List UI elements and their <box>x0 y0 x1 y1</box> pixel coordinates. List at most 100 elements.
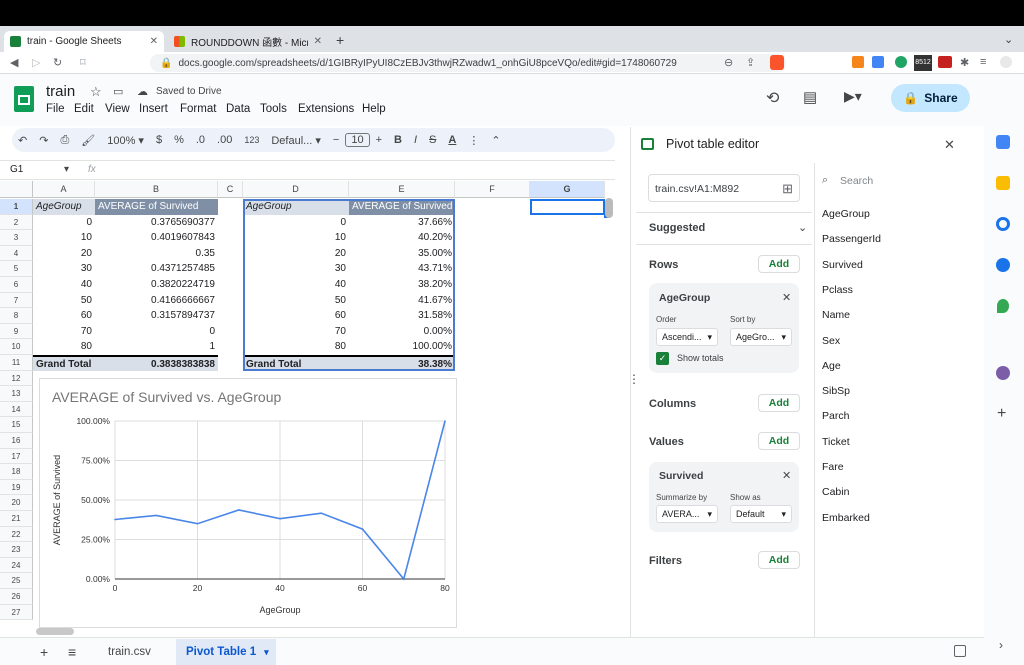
pivot-value-cell[interactable]: 35.00% <box>349 246 455 262</box>
add-values-button[interactable]: Add <box>758 432 800 450</box>
profile-small-avatar[interactable] <box>1000 56 1012 68</box>
version-history-icon[interactable]: ⟲ <box>766 88 779 108</box>
translate-icon[interactable] <box>872 56 884 68</box>
line-chart[interactable]: AVERAGE of Survived vs. AgeGroup 0.00% 25… <box>39 378 457 628</box>
remove-rows-field-icon[interactable]: ✕ <box>782 291 791 304</box>
menu-format[interactable]: Format <box>180 103 216 115</box>
row-header[interactable]: 1 <box>0 199 33 215</box>
row-header[interactable]: 5 <box>0 261 33 277</box>
extension-badge[interactable]: 8512 <box>914 55 932 71</box>
grand-total-value[interactable]: 0.3838383838 <box>95 355 218 371</box>
row-header[interactable]: 22 <box>0 526 33 543</box>
panel-drag-handle-icon[interactable]: ⋮ <box>628 372 640 386</box>
pivot-header-cell[interactable]: AVERAGE of Survived <box>95 199 218 215</box>
extension-red-icon[interactable] <box>938 56 952 68</box>
pivot-row-label-cell[interactable]: 60 <box>243 308 349 324</box>
pivot-row-label-cell[interactable]: 80 <box>33 339 95 355</box>
name-box[interactable]: G1 <box>10 164 23 175</box>
share-button[interactable]: 🔒 Share <box>891 84 970 112</box>
pivot-value-cell[interactable]: 40.20% <box>349 230 455 246</box>
pivot-value-cell[interactable]: 100.00% <box>349 339 455 355</box>
browser-tab-microsoft[interactable]: ROUNDDOWN 函數 - Microsoft 支援 ✕ <box>168 31 328 52</box>
pivot-row-label-cell[interactable]: 0 <box>33 215 95 231</box>
number-format-button[interactable]: 123 <box>238 135 265 145</box>
column-header-c[interactable]: C <box>218 181 243 198</box>
field-item[interactable]: Name <box>822 309 850 321</box>
doc-title[interactable]: train <box>46 83 75 100</box>
maps-icon[interactable] <box>997 299 1009 313</box>
pivot-row-label-cell[interactable]: 30 <box>33 261 95 277</box>
new-tab-icon[interactable]: + <box>336 32 344 48</box>
metamask-icon[interactable] <box>852 56 864 68</box>
menu-extensions[interactable]: Extensions <box>298 103 354 115</box>
browser-tab-sheets[interactable]: train - Google Sheets ✕ <box>4 31 164 52</box>
field-item[interactable]: Sex <box>822 335 840 347</box>
row-header[interactable]: 21 <box>0 511 33 527</box>
suggested-chevron-icon[interactable]: ⌄ <box>798 221 807 234</box>
pivot-row-label-cell[interactable]: 20 <box>243 246 349 262</box>
field-item[interactable]: Age <box>822 360 841 372</box>
field-item[interactable]: Parch <box>822 410 849 422</box>
explore-icon[interactable] <box>954 645 966 657</box>
pivot-header-cell[interactable]: AgeGroup <box>243 199 349 215</box>
addon-icon[interactable] <box>996 366 1010 380</box>
field-item[interactable]: PassengerId <box>822 233 881 245</box>
pivot-value-cell[interactable]: 0.3765690377 <box>95 215 218 231</box>
row-header[interactable]: 16 <box>0 433 33 449</box>
row-header[interactable]: 18 <box>0 464 33 480</box>
pivot-value-cell[interactable]: 0.00% <box>349 324 455 340</box>
spreadsheet-grid[interactable]: A B C D E F G 1 2 3 4 5 6 7 8 9 10 11 12 13 14 15 16 17 1… <box>0 181 615 628</box>
pivot-value-cell[interactable]: 43.71% <box>349 261 455 277</box>
add-filters-button[interactable]: Add <box>758 551 800 569</box>
show-as-select[interactable]: Default ▾ <box>730 505 792 523</box>
select-all-corner[interactable] <box>0 181 33 198</box>
summarize-by-select[interactable]: AVERA... ▾ <box>656 505 718 523</box>
grand-total-label[interactable]: Grand Total <box>33 355 95 371</box>
field-search-input[interactable]: Search <box>840 175 873 187</box>
pivot-row-label-cell[interactable]: 10 <box>33 230 95 246</box>
move-folder-icon[interactable]: ▭ <box>113 85 123 98</box>
pivot-value-cell[interactable]: 37.66% <box>349 215 455 231</box>
menu-data[interactable]: Data <box>226 103 250 115</box>
row-header[interactable]: 13 <box>0 386 33 402</box>
order-select[interactable]: Ascendi... ▾ <box>656 328 718 346</box>
column-header-b[interactable]: B <box>95 181 218 198</box>
row-header[interactable]: 14 <box>0 401 33 418</box>
reload-icon[interactable]: ↻ <box>53 56 62 69</box>
decrease-decimal-button[interactable]: .0 <box>190 134 211 146</box>
comments-icon[interactable]: ▤ <box>803 88 817 106</box>
pivot-row-label-cell[interactable]: 10 <box>243 230 349 246</box>
row-header[interactable]: 23 <box>0 542 33 558</box>
pivot-row-label-cell[interactable]: 50 <box>243 293 349 309</box>
close-tab-icon[interactable]: ✕ <box>150 36 158 47</box>
font-select[interactable]: Defaul... ▾ <box>265 134 327 147</box>
column-header-d[interactable]: D <box>243 181 349 198</box>
row-header[interactable]: 6 <box>0 277 33 293</box>
meet-icon[interactable]: ▶▾ <box>844 88 862 105</box>
row-header[interactable]: 24 <box>0 557 33 574</box>
row-header[interactable]: 2 <box>0 214 33 231</box>
pivot-range-input[interactable]: train.csv!A1:M892 ⊞ <box>648 174 800 202</box>
row-header[interactable]: 9 <box>0 323 33 340</box>
pivot-row-label-cell[interactable]: 60 <box>33 308 95 324</box>
name-box-dropdown-icon[interactable]: ▾ <box>64 164 69 175</box>
paint-format-icon[interactable]: 🖌 <box>75 134 101 147</box>
pivot-value-cell[interactable]: 0.35 <box>95 246 218 262</box>
pivot-value-cell[interactable]: 0.4371257485 <box>95 261 218 277</box>
row-header[interactable]: 27 <box>0 604 33 621</box>
row-header[interactable]: 3 <box>0 230 33 246</box>
menu-insert[interactable]: Insert <box>139 103 168 115</box>
pivot-row-label-cell[interactable]: 50 <box>33 293 95 309</box>
all-sheets-icon[interactable]: ≡ <box>68 644 76 660</box>
field-item[interactable]: SibSp <box>822 385 850 397</box>
pivot-row-label-cell[interactable]: 80 <box>243 339 349 355</box>
column-header-a[interactable]: A <box>33 181 95 198</box>
pivot-value-cell[interactable]: 1 <box>95 339 218 355</box>
remove-values-field-icon[interactable]: ✕ <box>782 469 791 482</box>
star-icon[interactable]: ☆ <box>90 84 102 100</box>
row-header[interactable]: 19 <box>0 479 33 496</box>
horizontal-scrollbar[interactable] <box>36 628 74 635</box>
bold-button[interactable]: B <box>388 134 408 146</box>
pivot-row-label-cell[interactable]: 20 <box>33 246 95 262</box>
pivot-row-label-cell[interactable]: 30 <box>243 261 349 277</box>
